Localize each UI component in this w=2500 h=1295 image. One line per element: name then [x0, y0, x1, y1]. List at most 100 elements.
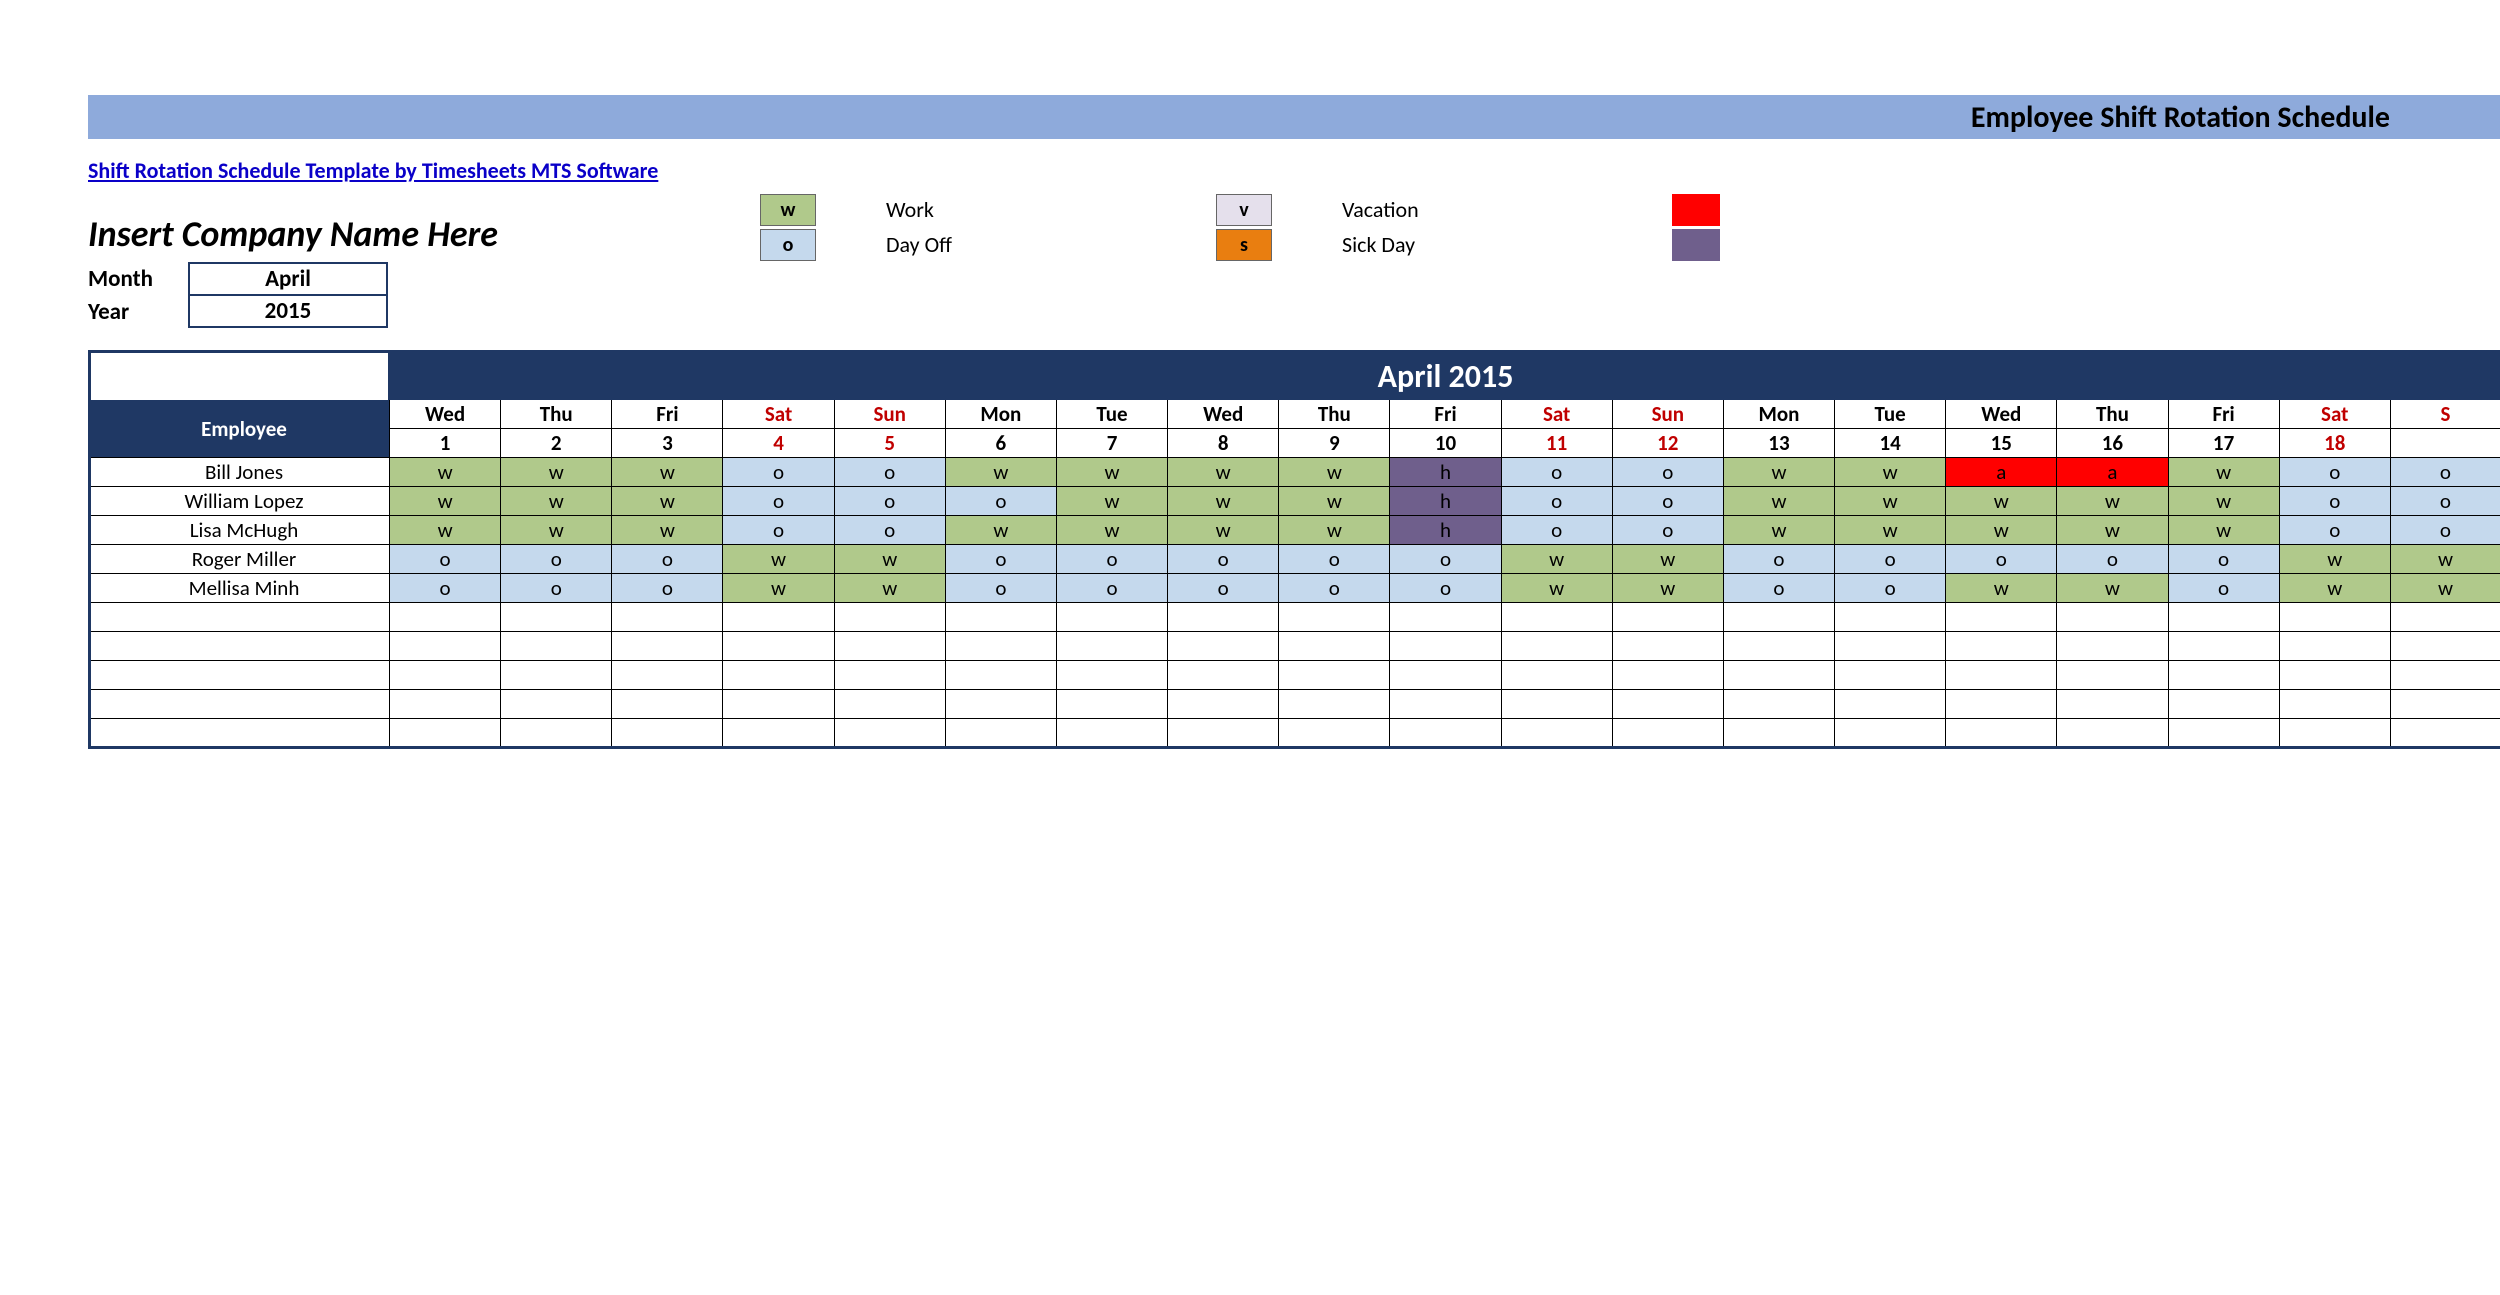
shift-cell[interactable]: w	[834, 545, 945, 574]
shift-cell[interactable]: o	[1056, 545, 1167, 574]
shift-cell[interactable]: o	[1501, 458, 1612, 487]
shift-cell[interactable]: w	[1612, 574, 1723, 603]
shift-cell[interactable]: o	[2057, 545, 2168, 574]
shift-cell[interactable]: w	[2168, 516, 2279, 545]
shift-cell[interactable]: w	[723, 545, 834, 574]
shift-cell[interactable]: a	[2057, 458, 2168, 487]
shift-cell[interactable]: o	[1279, 574, 1390, 603]
shift-cell[interactable]: w	[2057, 516, 2168, 545]
shift-cell[interactable]: w	[834, 574, 945, 603]
shift-cell[interactable]: w	[390, 487, 501, 516]
shift-cell[interactable]: o	[945, 487, 1056, 516]
shift-cell[interactable]: o	[1723, 545, 1834, 574]
employee-name[interactable]: Roger Miller	[90, 545, 390, 574]
shift-cell[interactable]: o	[612, 574, 723, 603]
shift-cell[interactable]: w	[945, 516, 1056, 545]
employee-name[interactable]: Lisa McHugh	[90, 516, 390, 545]
shift-cell[interactable]: o	[390, 574, 501, 603]
shift-cell[interactable]: o	[834, 516, 945, 545]
shift-cell[interactable]: w	[390, 516, 501, 545]
shift-cell[interactable]: o	[1501, 487, 1612, 516]
shift-cell[interactable]: o	[1168, 545, 1279, 574]
shift-cell[interactable]: o	[1501, 516, 1612, 545]
shift-cell[interactable]: h	[1390, 487, 1501, 516]
shift-cell[interactable]: o	[1835, 574, 1946, 603]
empty-row[interactable]	[90, 632, 2500, 661]
shift-cell[interactable]: w	[2057, 487, 2168, 516]
shift-cell[interactable]: w	[1056, 487, 1167, 516]
shift-cell[interactable]: o	[945, 574, 1056, 603]
shift-cell[interactable]: o	[723, 487, 834, 516]
schedule-table[interactable]: April 2015EmployeeWedThuFriSatSunMonTueW…	[88, 350, 2500, 749]
shift-cell[interactable]: w	[1056, 458, 1167, 487]
shift-cell[interactable]: w	[1279, 458, 1390, 487]
template-link[interactable]: Shift Rotation Schedule Template by Time…	[88, 157, 2500, 184]
shift-cell[interactable]: w	[1723, 487, 1834, 516]
shift-cell[interactable]: w	[390, 458, 501, 487]
shift-cell[interactable]: w	[1835, 516, 1946, 545]
shift-cell[interactable]: w	[1168, 458, 1279, 487]
shift-cell[interactable]: w	[501, 458, 612, 487]
shift-cell[interactable]: o	[1723, 574, 1834, 603]
shift-cell[interactable]: o	[2168, 545, 2279, 574]
shift-cell[interactable]: o	[1612, 458, 1723, 487]
shift-cell[interactable]: o	[2279, 516, 2390, 545]
shift-cell[interactable]: w	[2168, 487, 2279, 516]
shift-cell[interactable]: o	[1612, 516, 1723, 545]
shift-cell[interactable]: w	[1501, 574, 1612, 603]
shift-cell[interactable]: w	[1946, 574, 2057, 603]
shift-cell[interactable]: w	[2057, 574, 2168, 603]
shift-cell[interactable]: o	[2279, 487, 2390, 516]
shift-cell[interactable]: o	[1946, 545, 2057, 574]
year-input[interactable]: 2015	[188, 296, 388, 328]
shift-cell[interactable]: o	[501, 545, 612, 574]
shift-cell[interactable]: o	[612, 545, 723, 574]
shift-cell[interactable]: w	[501, 487, 612, 516]
shift-cell[interactable]: w	[1168, 516, 1279, 545]
shift-cell[interactable]: w	[612, 458, 723, 487]
empty-row[interactable]	[90, 690, 2500, 719]
empty-row[interactable]	[90, 661, 2500, 690]
shift-cell[interactable]: o	[2390, 458, 2500, 487]
shift-cell[interactable]: o	[834, 487, 945, 516]
shift-cell[interactable]: h	[1390, 458, 1501, 487]
shift-cell[interactable]: o	[723, 516, 834, 545]
shift-cell[interactable]: o	[1168, 574, 1279, 603]
shift-cell[interactable]: w	[1723, 458, 1834, 487]
shift-cell[interactable]: o	[834, 458, 945, 487]
shift-cell[interactable]: w	[2390, 574, 2500, 603]
shift-cell[interactable]: w	[1056, 516, 1167, 545]
employee-name[interactable]: William Lopez	[90, 487, 390, 516]
shift-cell[interactable]: w	[1279, 487, 1390, 516]
shift-cell[interactable]: w	[945, 458, 1056, 487]
shift-cell[interactable]: w	[1501, 545, 1612, 574]
shift-cell[interactable]: o	[501, 574, 612, 603]
shift-cell[interactable]: w	[1612, 545, 1723, 574]
shift-cell[interactable]: o	[2279, 458, 2390, 487]
shift-cell[interactable]: o	[2168, 574, 2279, 603]
shift-cell[interactable]: w	[2279, 574, 2390, 603]
shift-cell[interactable]: o	[723, 458, 834, 487]
shift-cell[interactable]: o	[1835, 545, 1946, 574]
shift-cell[interactable]: w	[723, 574, 834, 603]
employee-name[interactable]: Mellisa Minh	[90, 574, 390, 603]
shift-cell[interactable]: w	[501, 516, 612, 545]
shift-cell[interactable]: w	[1946, 487, 2057, 516]
shift-cell[interactable]: w	[1835, 458, 1946, 487]
shift-cell[interactable]: w	[2279, 545, 2390, 574]
month-input[interactable]: April	[188, 262, 388, 296]
shift-cell[interactable]: w	[1946, 516, 2057, 545]
shift-cell[interactable]: o	[2390, 487, 2500, 516]
shift-cell[interactable]: o	[2390, 516, 2500, 545]
shift-cell[interactable]: o	[390, 545, 501, 574]
shift-cell[interactable]: w	[1168, 487, 1279, 516]
shift-cell[interactable]: w	[1835, 487, 1946, 516]
shift-cell[interactable]: o	[1390, 545, 1501, 574]
shift-cell[interactable]: w	[612, 487, 723, 516]
shift-cell[interactable]: a	[1946, 458, 2057, 487]
shift-cell[interactable]: o	[1056, 574, 1167, 603]
shift-cell[interactable]: w	[612, 516, 723, 545]
shift-cell[interactable]: w	[1723, 516, 1834, 545]
shift-cell[interactable]: h	[1390, 516, 1501, 545]
shift-cell[interactable]: o	[945, 545, 1056, 574]
